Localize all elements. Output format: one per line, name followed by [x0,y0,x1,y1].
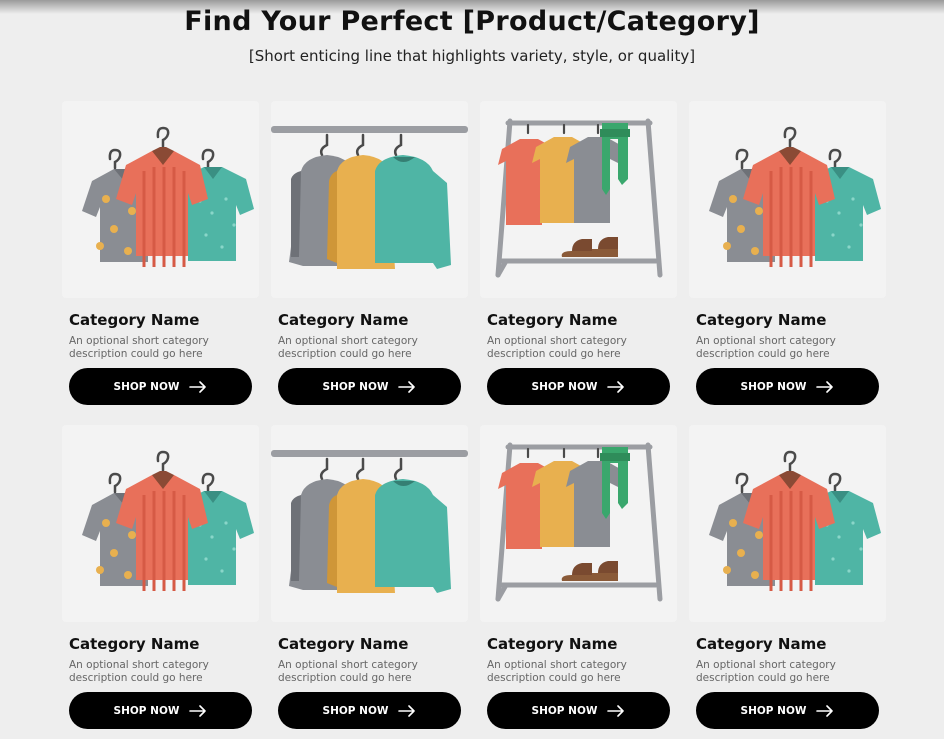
category-description: An optional short category description c… [487,335,627,360]
shirts-on-hangers-illustration [82,450,254,591]
category-card[interactable]: Category Name An optional short category… [62,425,259,739]
category-image[interactable] [271,101,468,298]
shop-now-label: SHOP NOW [113,380,180,393]
category-image[interactable] [62,425,259,622]
arrow-right-icon [607,704,625,717]
category-name: Category Name [487,635,618,653]
category-name: Category Name [278,311,409,329]
category-image[interactable] [62,101,259,298]
category-card[interactable]: Category Name An optional short category… [271,101,468,415]
shop-now-label: SHOP NOW [113,704,180,717]
shop-now-button[interactable]: SHOP NOW [69,368,252,405]
shirts-on-hangers-illustration [709,126,881,267]
clothing-rack-illustration [495,442,663,602]
shop-now-label: SHOP NOW [531,704,598,717]
category-description: An optional short category description c… [278,659,418,684]
shop-now-button[interactable]: SHOP NOW [278,368,461,405]
arrow-right-icon [189,704,207,717]
category-description: An optional short category description c… [69,335,209,360]
category-description: An optional short category description c… [696,659,836,684]
category-name: Category Name [696,635,827,653]
category-description: An optional short category description c… [69,659,209,684]
category-name: Category Name [69,635,200,653]
category-image[interactable] [689,101,886,298]
category-name: Category Name [278,635,409,653]
category-name: Category Name [696,311,827,329]
shop-now-button[interactable]: SHOP NOW [696,692,879,729]
sweaters-on-rail-illustration [271,126,468,269]
page-header: Find Your Perfect [Product/Category] [Sh… [0,4,944,66]
category-card[interactable]: Category Name An optional short category… [480,425,677,739]
shop-now-label: SHOP NOW [322,704,389,717]
category-name: Category Name [69,311,200,329]
arrow-right-icon [398,380,416,393]
shop-now-button[interactable]: SHOP NOW [487,692,670,729]
category-card[interactable]: Category Name An optional short category… [689,425,886,739]
category-description: An optional short category description c… [487,659,627,684]
shirts-on-hangers-illustration [709,450,881,591]
category-description: An optional short category description c… [696,335,836,360]
shop-now-button[interactable]: SHOP NOW [487,368,670,405]
shop-now-label: SHOP NOW [531,380,598,393]
category-image[interactable] [689,425,886,622]
shirts-on-hangers-illustration [82,126,254,267]
clothing-rack-illustration [495,118,663,278]
category-description: An optional short category description c… [278,335,418,360]
shop-now-button[interactable]: SHOP NOW [278,692,461,729]
category-name: Category Name [487,311,618,329]
page-subtitle: [Short enticing line that highlights var… [248,47,696,65]
shop-now-button[interactable]: SHOP NOW [69,692,252,729]
arrow-right-icon [189,380,207,393]
arrow-right-icon [398,704,416,717]
shop-now-button[interactable]: SHOP NOW [696,368,879,405]
category-image[interactable] [480,425,677,622]
shop-now-label: SHOP NOW [740,380,807,393]
category-card[interactable]: Category Name An optional short category… [271,425,468,739]
category-card[interactable]: Category Name An optional short category… [62,101,259,415]
shop-now-label: SHOP NOW [322,380,389,393]
category-card[interactable]: Category Name An optional short category… [689,101,886,415]
sweaters-on-rail-illustration [271,450,468,593]
category-image[interactable] [271,425,468,622]
category-card[interactable]: Category Name An optional short category… [480,101,677,415]
arrow-right-icon [816,704,834,717]
arrow-right-icon [607,380,625,393]
category-grid: Category Name An optional short category… [62,101,886,739]
arrow-right-icon [816,380,834,393]
category-image[interactable] [480,101,677,298]
page-title: Find Your Perfect [Product/Category] [184,6,760,37]
shop-now-label: SHOP NOW [740,704,807,717]
